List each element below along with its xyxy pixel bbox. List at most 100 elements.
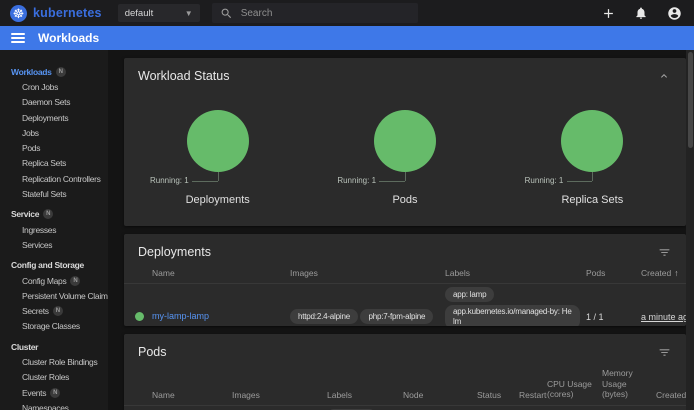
sidebar-item-jobs[interactable]: Jobs xyxy=(0,125,108,140)
deployment-name-link[interactable]: my-lamp-lamp xyxy=(152,311,209,321)
pods-title: Pods xyxy=(138,345,167,359)
sidebar-item-label: Replica Sets xyxy=(22,158,66,168)
sidebar-item-cluster-roles[interactable]: Cluster Roles xyxy=(0,370,108,385)
sidebar-item-workloads[interactable]: WorkloadsN xyxy=(0,64,108,79)
filter-icon[interactable] xyxy=(656,244,672,260)
sidebar-item-label: Cluster xyxy=(11,342,38,352)
column-header-images[interactable]: Images xyxy=(232,390,327,400)
chart-replica-sets: Running: 1 Replica Sets xyxy=(499,110,686,206)
sidebar-item-label: Jobs xyxy=(22,128,39,138)
status-ok-icon xyxy=(132,312,152,321)
add-resource-button[interactable] xyxy=(600,5,616,21)
sidebar-item-replication-controllers[interactable]: Replication Controllers xyxy=(0,171,108,186)
column-header-name[interactable]: Name xyxy=(152,268,290,278)
sidebar-item-ingresses[interactable]: Ingresses xyxy=(0,222,108,237)
chart-title: Pods xyxy=(392,194,417,206)
sidebar-item-config-and-storage: Config and Storage xyxy=(0,258,108,273)
sidebar-item-config-maps[interactable]: Config MapsN xyxy=(0,273,108,288)
column-header-restarts[interactable]: Restarts xyxy=(519,390,547,400)
column-header-name[interactable]: Name xyxy=(152,390,232,400)
column-header-images[interactable]: Images xyxy=(290,268,445,278)
kubernetes-dashboard: ☸ kubernetes default ▼ Worklo xyxy=(0,0,694,410)
page-title: Workloads xyxy=(38,31,99,45)
column-header-memory[interactable]: Memory Usage (bytes) xyxy=(602,368,656,400)
sidebar-item-namespaces[interactable]: Namespaces xyxy=(0,400,108,410)
pie-chart-replica-sets xyxy=(561,110,623,172)
namespace-selector[interactable]: default ▼ xyxy=(118,4,200,22)
column-header-labels[interactable]: Labels xyxy=(445,268,586,278)
column-header-created[interactable]: Created↑ xyxy=(656,390,686,400)
sidebar-item-label: Persistent Volume Claims xyxy=(22,291,108,301)
sidebar-item-label: Services xyxy=(22,240,52,250)
sidebar-item-label: Deployments xyxy=(22,113,68,123)
brand-home-link[interactable]: ☸ kubernetes xyxy=(10,5,102,22)
workload-status-charts: Running: 1 Deployments Running: 1 Pods xyxy=(124,110,686,206)
sidebar-item-cluster-role-bindings[interactable]: Cluster Role Bindings xyxy=(0,354,108,369)
filter-icon[interactable] xyxy=(656,344,672,360)
sidebar-item-label: Namespaces xyxy=(22,403,69,410)
user-account-icon[interactable] xyxy=(666,5,682,21)
chart-title: Replica Sets xyxy=(561,194,623,206)
workload-status-title: Workload Status xyxy=(138,69,229,83)
sidebar-item-persistent-volume-claims[interactable]: Persistent Volume ClaimsN xyxy=(0,288,108,303)
legend-connector-line xyxy=(192,181,218,182)
chart-title: Deployments xyxy=(186,194,250,206)
search-bar[interactable] xyxy=(212,3,418,23)
content-area: WorkloadsNCron JobsDaemon Sets Deployment… xyxy=(0,50,694,410)
chart-deployments: Running: 1 Deployments xyxy=(124,110,311,206)
kubernetes-logo-icon: ☸ xyxy=(10,5,27,22)
column-header-node[interactable]: Node xyxy=(403,390,477,400)
sidebar-item-label: Config and Storage xyxy=(11,260,84,270)
sidebar-item-label: Secrets xyxy=(22,306,49,316)
sidebar-item-events[interactable]: EventsN xyxy=(0,385,108,400)
sidebar-item-replica-sets[interactable]: Replica Sets xyxy=(0,156,108,171)
column-header-cpu[interactable]: CPU Usage (cores) xyxy=(547,379,602,400)
sidebar-item-deployments[interactable]: Deployments xyxy=(0,110,108,125)
scrollbar-thumb[interactable] xyxy=(688,52,693,148)
namespaced-badge-icon: N xyxy=(50,388,60,398)
legend-connector-line xyxy=(592,172,593,181)
sidebar-item-services[interactable]: Services xyxy=(0,237,108,252)
namespaced-badge-icon: N xyxy=(43,209,53,219)
vertical-scrollbar[interactable] xyxy=(686,50,694,410)
sidebar-item-label: Ingresses xyxy=(22,225,56,235)
pods-ratio: 1 / 1 xyxy=(586,312,641,322)
legend-label: Running: 1 xyxy=(150,176,189,185)
brand-title: kubernetes xyxy=(33,6,102,20)
menu-icon[interactable] xyxy=(11,33,25,43)
topbar: ☸ kubernetes default ▼ xyxy=(0,0,694,26)
sidebar-item-storage-classes[interactable]: Storage Classes xyxy=(0,319,108,334)
label-chip: app: lamp xyxy=(445,287,494,302)
deployments-title: Deployments xyxy=(138,245,211,259)
sidebar-item-service: Service N xyxy=(0,207,108,222)
pie-legend: Running: 1 xyxy=(124,172,311,190)
sidebar-item-daemon-sets[interactable]: Daemon Sets xyxy=(0,95,108,110)
pie-chart-deployments xyxy=(187,110,249,172)
column-header-created[interactable]: Created↑ xyxy=(641,268,686,278)
sidebar-item-cluster: Cluster xyxy=(0,339,108,354)
chevron-down-icon: ▼ xyxy=(185,9,193,18)
collapse-chevron-up-icon[interactable] xyxy=(656,68,672,84)
pod-row: my-lamp-lamp-5fd985cf68-jwvz4 httpd:2.4-… xyxy=(124,406,686,410)
sidebar-item-label: Service xyxy=(11,209,39,219)
sidebar-item-label: Cluster Role Bindings xyxy=(22,357,97,367)
search-icon xyxy=(220,7,233,20)
image-chip: php:7-fpm-alpine xyxy=(360,309,433,324)
sidebar-item-secrets[interactable]: SecretsN xyxy=(0,303,108,318)
created-ago: a minute ago xyxy=(641,312,686,322)
column-header-labels[interactable]: Labels xyxy=(327,390,403,400)
label-chip: app.kubernetes.io/managed-by: Helm xyxy=(445,305,580,326)
legend-label: Running: 1 xyxy=(337,176,376,185)
sidebar-item-pods[interactable]: Pods xyxy=(0,140,108,155)
search-input[interactable] xyxy=(241,8,410,19)
sidebar-item-stateful-sets[interactable]: Stateful Sets xyxy=(0,186,108,201)
legend-label: Running: 1 xyxy=(525,176,564,185)
sidebar-item-cron-jobs[interactable]: Cron Jobs xyxy=(0,79,108,94)
chart-pods: Running: 1 Pods xyxy=(311,110,498,206)
deployment-row: my-lamp-lamp httpd:2.4-alpine php:7-fpm-… xyxy=(124,284,686,326)
column-header-status[interactable]: Status xyxy=(477,390,519,400)
namespaced-badge-icon: N xyxy=(70,276,80,286)
notifications-bell-icon[interactable] xyxy=(633,5,649,21)
column-header-pods[interactable]: Pods xyxy=(586,268,641,278)
main-panel: Workload Status Running: 1 Deployments xyxy=(108,50,694,410)
